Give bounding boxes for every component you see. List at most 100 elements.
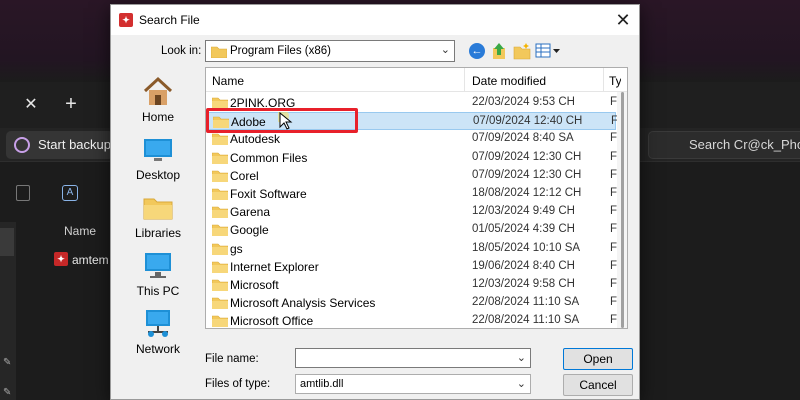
dialog-titlebar[interactable]: ✦ Search File ✕ [111,5,639,35]
file-name-cell: Foxit Software [230,187,307,201]
date-modified-cell: 01/05/2024 4:39 CH [472,223,575,236]
look-in-value: Program Files (x86) [230,45,331,57]
file-name-label: File name: [205,353,259,365]
file-name-cell: Internet Explorer [230,259,319,274]
place-label: Home [141,110,174,124]
vertical-scrollbar[interactable] [617,92,627,328]
date-modified-cell: 07/09/2024 8:40 SA [472,132,574,145]
column-divider[interactable] [603,68,604,92]
file-type-label: Files of type: [205,378,271,390]
file-name-cell: Common Files [230,150,308,165]
paste-icon[interactable] [16,185,30,201]
column-divider[interactable] [464,68,465,92]
file-type-dropdown[interactable]: amtlib.dll ⌄ [295,374,531,394]
scrollbar-thumb[interactable] [621,92,624,328]
place-home[interactable]: Home [123,71,193,131]
file-list[interactable]: ⌃ Name Date modified Ty 2PINK.ORG 22/03/2… [205,67,628,329]
date-modified-cell: 22/08/2024 11:10 SA [472,314,580,327]
file-name-cell: Garena [230,205,271,220]
back-icon[interactable]: ← [469,43,485,59]
view-menu-icon[interactable] [535,42,561,60]
place-desktop[interactable]: Desktop [123,129,193,189]
folder-icon [211,243,229,258]
file-type-value: amtlib.dll [300,378,344,390]
bg-file-name[interactable]: amtem [72,253,109,267]
date-modified-cell: 12/03/2024 9:58 CH [472,278,575,290]
up-folder-icon[interactable] [491,42,507,60]
bg-sidebar-selected[interactable] [0,228,14,256]
desktop-icon [144,139,172,161]
backup-icon [14,137,30,153]
date-modified-cell: 19/06/2024 8:40 CH [472,259,575,272]
column-header-name[interactable]: Name [212,74,462,88]
close-button[interactable]: ✕ [611,9,635,31]
date-modified-cell: 07/09/2024 12:30 CH [472,150,582,163]
rename-icon[interactable]: A [62,185,78,201]
file-name-cell: Microsoft Office [230,314,314,329]
new-tab-icon[interactable]: + [62,94,80,114]
folder-icon [211,224,229,239]
folder-icon [211,46,227,58]
file-name-cell: Microsoft [230,278,279,292]
date-modified-cell: 22/03/2024 9:53 CH [472,96,575,108]
date-modified-cell: 18/08/2024 12:12 CH [472,187,582,199]
network-icon [146,310,170,337]
place-libraries[interactable]: Libraries [123,187,193,247]
mouse-cursor-icon [278,112,293,130]
cancel-button[interactable]: Cancel [563,374,633,396]
file-row[interactable]: Corel07/09/2024 12:30 CHFil [208,167,622,185]
file-name-cell: gs [230,241,243,256]
pin-icon[interactable]: ✎ [3,358,13,368]
bg-column-name[interactable]: Name [64,224,96,238]
file-row[interactable]: Autodesk07/09/2024 8:40 SAFil [208,130,622,148]
place-label: This PC [136,284,180,298]
folder-icon [211,315,229,328]
place-label: Desktop [135,168,181,182]
chevron-down-icon[interactable]: ⌄ [517,351,526,364]
file-row[interactable]: Microsoft Analysis Services 22/08/2024 11… [208,294,622,312]
file-row[interactable]: Microsoft12/03/2024 9:58 CHFil [208,276,622,294]
folder-icon [211,297,229,312]
date-modified-cell: 07/09/2024 12:40 CH [473,115,583,128]
new-folder-icon[interactable] [513,42,531,60]
home-icon [143,76,173,105]
file-row[interactable]: Foxit Software18/08/2024 12:12 CHFil [208,185,622,203]
folder-icon [211,279,229,294]
file-row[interactable]: gs18/05/2024 10:10 SAFil [208,240,622,258]
date-modified-cell: 07/09/2024 12:30 CH [472,168,582,181]
search-file-dialog: ✦ Search File ✕ Look in: Program Files (… [110,4,640,400]
places-bar: Home Desktop Libraries This PC Network [123,67,193,367]
folder-icon [211,206,229,221]
file-row[interactable]: Common Files07/09/2024 12:30 CHFil [208,149,622,167]
pin-icon[interactable]: ✎ [3,388,13,398]
file-row[interactable]: Google01/05/2024 4:39 CHFil [208,221,622,239]
tab-close-icon[interactable]: ✕ [22,96,40,114]
date-modified-cell: 12/03/2024 9:49 CH [472,205,575,218]
place-network[interactable]: Network [123,303,193,363]
folder-icon [211,133,229,148]
open-button[interactable]: Open [563,348,633,370]
place-this-pc[interactable]: This PC [123,245,193,305]
file-row[interactable]: Garena12/03/2024 9:49 CHFil [208,203,622,221]
file-name-cell: Corel [230,168,259,183]
list-header: ⌃ Name Date modified Ty [206,68,627,92]
column-header-date-modified[interactable]: Date modified [472,74,602,88]
dialog-title: Search File [139,13,200,27]
column-header-type[interactable]: Ty [609,74,621,88]
file-row[interactable]: Internet Explorer19/06/2024 8:40 CHFil [208,258,622,276]
file-name-cell: Autodesk [230,132,281,147]
chevron-down-icon[interactable]: ⌄ [441,43,450,56]
file-row[interactable]: Microsoft Office22/08/2024 11:10 SAFil [208,312,622,329]
file-name-field[interactable]: ⌄ [295,348,531,368]
file-name-cell: Google [230,223,269,238]
this-pc-icon [145,253,171,278]
chevron-down-icon[interactable]: ⌄ [517,377,526,390]
libraries-icon [143,198,173,220]
search-input[interactable]: Search Cr@ck_Pho [648,131,800,159]
date-modified-cell: 18/05/2024 10:10 SA [472,241,581,254]
folder-icon [211,170,229,185]
look-in-label: Look in: [161,45,202,57]
place-label: Libraries [134,226,182,240]
file-name-cell: Microsoft Analysis Services [230,296,376,311]
look-in-dropdown[interactable]: Program Files (x86) ⌄ [205,40,455,62]
